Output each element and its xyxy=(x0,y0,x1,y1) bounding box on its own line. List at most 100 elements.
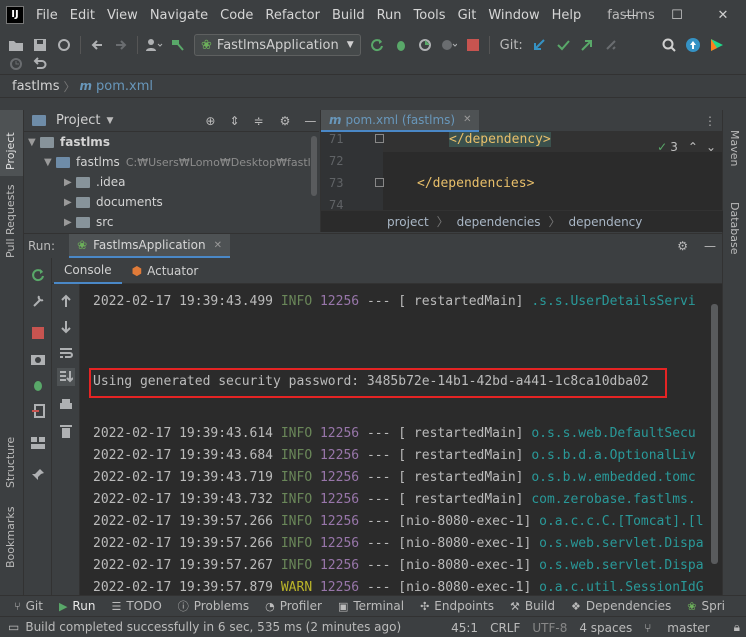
rollback-icon[interactable] xyxy=(28,52,52,76)
stop-icon[interactable] xyxy=(461,33,485,57)
tab-actuator[interactable]: ⬢ Actuator xyxy=(122,258,209,284)
debug-bug-icon[interactable] xyxy=(389,33,413,57)
tool-dependencies[interactable]: ❖ Dependencies xyxy=(571,599,671,613)
maximize-icon[interactable]: ☐ xyxy=(654,0,700,30)
history-clock-icon[interactable] xyxy=(4,52,28,76)
tool-build[interactable]: ⚒ Build xyxy=(510,599,555,613)
rerun-icon[interactable] xyxy=(29,266,47,284)
pin-icon[interactable] xyxy=(29,466,47,484)
close-icon[interactable]: ✕ xyxy=(463,114,471,125)
rerun-icon[interactable] xyxy=(365,33,389,57)
tool-problems[interactable]: ⓘ Problems xyxy=(178,598,249,614)
tool-spring[interactable]: ❀ Spri xyxy=(687,599,725,613)
menu-refactor[interactable]: Refactor xyxy=(265,8,320,23)
intellij-logo-icon[interactable]: IJ xyxy=(6,6,24,24)
menu-code[interactable]: Code xyxy=(220,8,253,23)
run-configuration-select[interactable]: ❀ FastlmsApplication ▼ xyxy=(194,34,361,56)
inspection-widget[interactable]: ✓ 3 ⌃ ⌄ xyxy=(657,140,716,154)
trash-icon[interactable] xyxy=(57,422,75,440)
git-commit-check-icon[interactable] xyxy=(551,33,575,57)
code-line[interactable]: </dependency> xyxy=(449,132,551,147)
tool-run[interactable]: ▶ Run xyxy=(59,599,95,613)
menu-view[interactable]: View xyxy=(107,8,138,23)
chevron-down-icon[interactable]: ▼ xyxy=(44,157,56,168)
tree-item-idea[interactable]: ▶ .idea xyxy=(24,172,319,192)
chevron-down-icon[interactable]: ▼ xyxy=(28,137,40,148)
crumb-dependencies[interactable]: dependencies xyxy=(457,215,541,229)
status-message[interactable]: Build completed successfully in 6 sec, 5… xyxy=(25,620,401,634)
git-branch[interactable]: ⑂ master xyxy=(644,621,721,635)
minimize-icon[interactable]: — xyxy=(608,0,654,30)
menu-file[interactable]: File xyxy=(36,8,58,23)
run-tab-fastlms[interactable]: ❀ FastlmsApplication ✕ xyxy=(69,234,230,258)
exit-icon[interactable] xyxy=(29,402,47,420)
lock-icon[interactable]: 🔒︎ xyxy=(734,620,740,635)
git-push-arrow-icon[interactable] xyxy=(575,33,599,57)
crumb-project[interactable]: project xyxy=(387,215,429,229)
tree-item-documents[interactable]: ▶ documents xyxy=(24,192,319,212)
search-icon[interactable] xyxy=(657,33,681,57)
editor-tab-pom[interactable]: m pom.xml (fastlms) ✕ xyxy=(321,109,480,132)
console-output[interactable]: 2022-02-17 19:39:43.499 INFO 12256 --- [… xyxy=(81,284,722,596)
menu-navigate[interactable]: Navigate xyxy=(150,8,208,23)
camera-dump-icon[interactable] xyxy=(29,350,47,368)
collapse-all-icon[interactable]: ≑ xyxy=(254,114,264,128)
tool-git[interactable]: ⑂ Git xyxy=(14,599,43,613)
menu-build[interactable]: Build xyxy=(332,8,365,23)
menu-tools[interactable]: Tools xyxy=(414,8,446,23)
sync-icon[interactable] xyxy=(52,33,76,57)
profiler-icon[interactable] xyxy=(437,33,461,57)
menu-git[interactable]: Git xyxy=(458,8,477,23)
tab-database[interactable]: Database xyxy=(728,202,741,255)
forward-arrow-icon[interactable] xyxy=(109,33,133,57)
file-encoding[interactable]: UTF-8 xyxy=(532,621,567,635)
locate-target-icon[interactable]: ⊕ xyxy=(205,114,215,128)
debug-bug-icon[interactable] xyxy=(29,376,47,394)
chevron-down-icon[interactable]: ⌄ xyxy=(706,140,716,154)
tab-structure[interactable]: Structure xyxy=(4,437,17,488)
tree-item-module[interactable]: ▼ fastlms C:₩Users₩Lomo₩Desktop₩fastlr xyxy=(24,152,319,172)
project-scrollbar[interactable] xyxy=(311,136,317,196)
git-history-icon[interactable] xyxy=(599,33,623,57)
user-icon[interactable] xyxy=(142,33,166,57)
soft-wrap-icon[interactable] xyxy=(57,344,75,362)
project-view-label[interactable]: Project xyxy=(56,113,100,128)
layout-icon[interactable] xyxy=(29,434,47,452)
coverage-icon[interactable] xyxy=(413,33,437,57)
back-arrow-icon[interactable] xyxy=(85,33,109,57)
tab-project[interactable]: Project xyxy=(4,132,17,170)
console-vertical-scrollbar[interactable] xyxy=(711,304,718,564)
tab-maven[interactable]: Maven xyxy=(728,130,741,166)
breadcrumb-project[interactable]: fastlms xyxy=(12,79,59,94)
plugin-logo-icon[interactable] xyxy=(705,33,729,57)
tool-profiler[interactable]: ◔ Profiler xyxy=(265,599,322,613)
arrow-down-icon[interactable] xyxy=(57,318,75,336)
chevron-up-icon[interactable]: ⌃ xyxy=(688,140,698,154)
indent-setting[interactable]: 4 spaces xyxy=(579,621,632,635)
hammer-build-icon[interactable] xyxy=(166,33,190,57)
update-icon[interactable] xyxy=(681,33,705,57)
print-icon[interactable] xyxy=(57,396,75,414)
chevron-right-icon[interactable]: ▶ xyxy=(64,177,76,188)
chevron-right-icon[interactable]: ▶ xyxy=(64,217,76,228)
gear-icon[interactable]: ⚙ xyxy=(677,239,688,253)
gear-icon[interactable]: ⚙ xyxy=(280,114,291,128)
close-icon[interactable]: ✕ xyxy=(214,240,222,251)
crumb-dependency[interactable]: dependency xyxy=(568,215,642,229)
tool-todo[interactable]: ☰ TODO xyxy=(111,599,161,613)
close-icon[interactable]: ✕ xyxy=(700,0,746,30)
tree-item-root[interactable]: ▼ fastlms xyxy=(24,132,319,152)
tool-terminal[interactable]: ▣ Terminal xyxy=(338,599,404,613)
breadcrumb-file[interactable]: pom.xml xyxy=(96,79,153,94)
fold-marker-icon[interactable] xyxy=(375,134,384,143)
tool-endpoints[interactable]: ✣ Endpoints xyxy=(420,599,494,613)
code-line[interactable]: </dependencies> xyxy=(417,176,534,191)
menu-edit[interactable]: Edit xyxy=(70,8,95,23)
tab-console[interactable]: Console xyxy=(54,258,122,284)
chevron-right-icon[interactable]: ▶ xyxy=(64,197,76,208)
fold-marker-icon[interactable] xyxy=(375,178,384,187)
menu-window[interactable]: Window xyxy=(488,8,539,23)
menu-help[interactable]: Help xyxy=(552,8,582,23)
build-status-icon[interactable]: ▭ xyxy=(8,620,19,634)
wrench-icon[interactable] xyxy=(29,292,47,310)
